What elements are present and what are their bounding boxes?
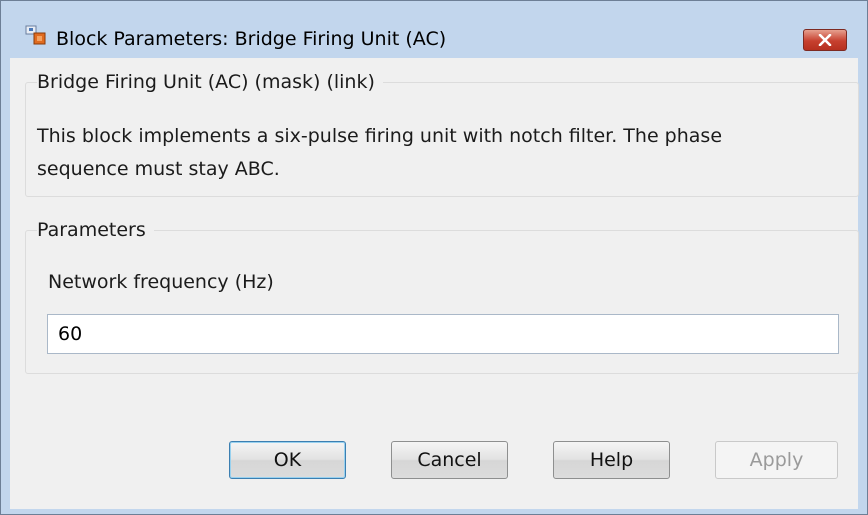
dialog-window: Block Parameters: Bridge Firing Unit (AC… xyxy=(0,0,868,515)
close-button[interactable] xyxy=(803,29,847,51)
window-title: Block Parameters: Bridge Firing Unit (AC… xyxy=(56,28,447,50)
apply-button[interactable]: Apply xyxy=(715,441,838,479)
network-frequency-input[interactable] xyxy=(47,314,839,354)
parameters-group-title: Parameters xyxy=(37,219,154,241)
block-description: This block implements a six-pulse firing… xyxy=(37,125,723,180)
title-bar[interactable]: Block Parameters: Bridge Firing Unit (AC… xyxy=(1,1,867,51)
cancel-button[interactable]: Cancel xyxy=(391,441,508,479)
help-button[interactable]: Help xyxy=(553,441,670,479)
description-group-title: Bridge Firing Unit (AC) (mask) (link) xyxy=(37,71,383,93)
simulink-block-icon xyxy=(25,24,47,46)
close-x-icon xyxy=(818,34,832,46)
network-frequency-label: Network frequency (Hz) xyxy=(48,271,274,293)
ok-button[interactable]: OK xyxy=(229,441,346,479)
